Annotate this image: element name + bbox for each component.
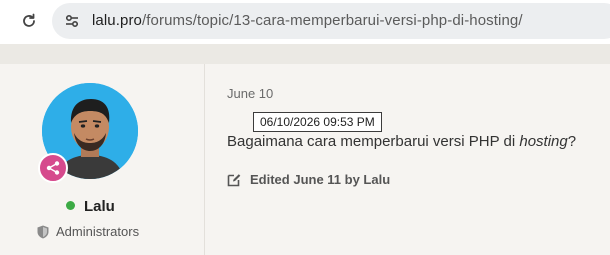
author-name[interactable]: Lalu [84, 198, 115, 215]
post-text-before: Bagaimana cara memperbarui versi PHP di [227, 133, 520, 150]
author-group-label: Administrators [56, 224, 140, 239]
reload-icon[interactable] [19, 11, 39, 31]
date-tooltip: 06/10/2026 09:53 PM [253, 112, 382, 132]
browser-toolbar: lalu.pro/forums/topic/13-cara-memperbaru… [0, 0, 610, 44]
forum-post: Lalu Administrators June 10 06/10/2026 0… [0, 64, 610, 255]
edit-icon [227, 173, 241, 186]
shield-icon [37, 225, 49, 238]
post-body: Bagaimana cara memperbarui versi PHP di … [227, 133, 576, 150]
online-status-dot [66, 201, 75, 210]
url-host: lalu.pro [92, 12, 142, 29]
author-group: Administrators [37, 224, 139, 239]
post-text-emphasis: hosting [519, 133, 568, 150]
edited-label: Edited June 11 by Lalu [250, 172, 391, 187]
share-icon [38, 153, 68, 183]
url-path: /forums/topic/13-cara-memperbarui-versi-… [142, 12, 523, 29]
author-panel: Lalu Administrators [0, 64, 205, 255]
edited-note: Edited June 11 by Lalu [227, 172, 390, 187]
page-header-strip [0, 44, 610, 64]
post-text-after: ? [567, 133, 577, 150]
tune-icon[interactable] [62, 11, 82, 31]
post-date[interactable]: June 10 [227, 86, 273, 101]
url-text[interactable]: lalu.pro/forums/topic/13-cara-memperbaru… [92, 12, 523, 29]
